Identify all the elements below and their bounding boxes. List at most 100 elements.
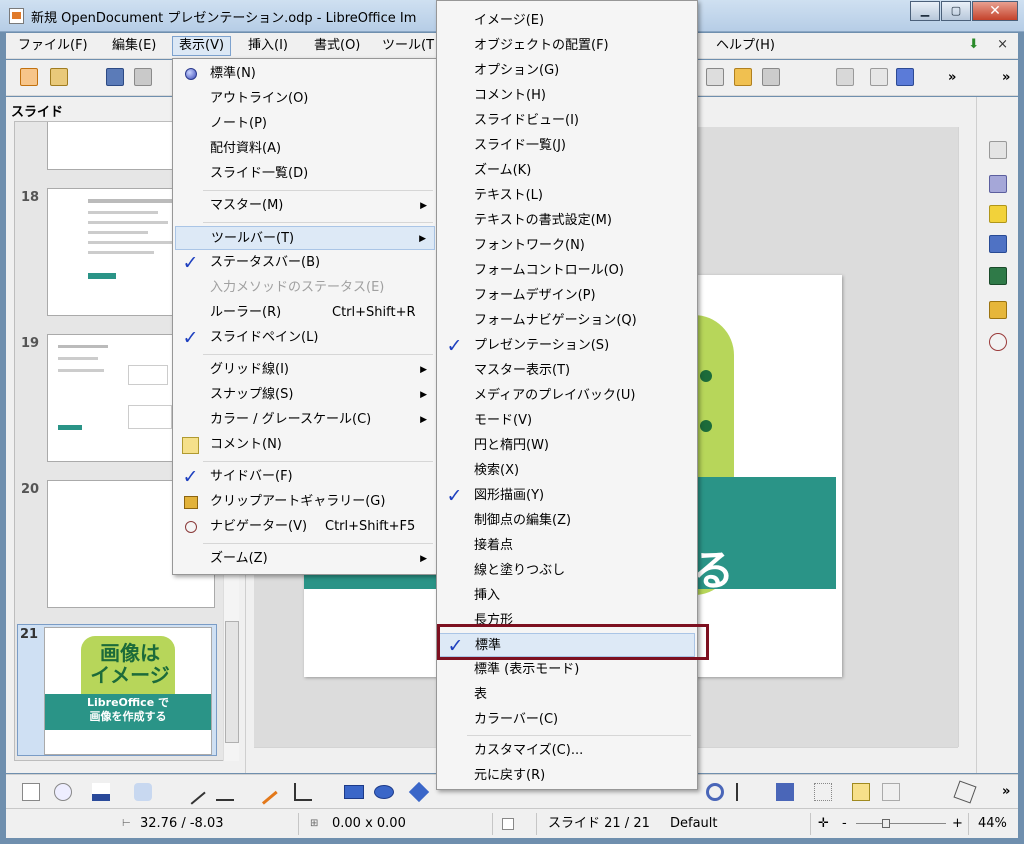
arrange-icon[interactable] [776, 783, 794, 801]
menu-item-master[interactable]: マスター(M) ▶ [175, 194, 435, 218]
save-icon[interactable] [106, 68, 124, 86]
slideshow-icon[interactable] [896, 68, 914, 86]
toolbar-item-options[interactable]: オプション(G) [439, 59, 695, 83]
menu-item-snap-lines[interactable]: スナップ線(S) ▶ [175, 383, 435, 407]
scrollbar-thumb[interactable] [225, 621, 239, 743]
toolbar-item-form-navigation[interactable]: フォームナビゲーション(Q) [439, 309, 695, 333]
arrows-icon[interactable] [836, 68, 854, 86]
menu-item-sidebar[interactable]: ✓ サイドバー(F) [175, 465, 435, 489]
toolbar-item-zoom[interactable]: ズーム(K) [439, 159, 695, 183]
toolbar-item-mode[interactable]: モード(V) [439, 409, 695, 433]
gallery-icon[interactable] [989, 301, 1007, 319]
menu-insert[interactable]: 挿入(I) [242, 36, 294, 56]
rotate-icon[interactable] [706, 783, 724, 801]
fit-slide-icon[interactable]: ✛ [818, 815, 829, 833]
points-icon[interactable] [953, 780, 977, 804]
toolbar-item-circles-ovals[interactable]: 円と楕円(W) [439, 434, 695, 458]
menu-item-zoom[interactable]: ズーム(Z) ▶ [175, 547, 435, 571]
zoom-percentage[interactable]: 44% [978, 815, 1007, 833]
menu-item-comments[interactable]: コメント(N) [175, 433, 435, 457]
zoom-pan-icon[interactable] [54, 783, 72, 801]
menu-item-status-bar[interactable]: ✓ ステータスバー(B) [175, 251, 435, 275]
minimize-button[interactable]: ▁ [910, 1, 940, 21]
download-icon[interactable]: ⬇ [968, 37, 979, 52]
menu-item-rulers[interactable]: ルーラー(R) Ctrl+Shift+R [175, 301, 435, 325]
arrow-line-icon[interactable] [216, 783, 234, 801]
animation-icon[interactable] [989, 205, 1007, 223]
master-slides-icon[interactable] [989, 175, 1007, 193]
menu-item-toolbars[interactable]: ツールバー(T) ▶ [175, 226, 435, 250]
line-color-icon[interactable] [92, 783, 110, 801]
menu-item-notes[interactable]: ノート(P) [175, 112, 435, 136]
toolbar-item-master-view[interactable]: マスター表示(T) [439, 359, 695, 383]
zoom-out-button[interactable]: - [842, 815, 847, 833]
toolbar-item-slide-view[interactable]: スライドビュー(I) [439, 109, 695, 133]
menu-edit[interactable]: 編集(E) [106, 36, 162, 56]
toolbar-item-line-and-filling[interactable]: 線と塗りつぶし [439, 559, 695, 583]
fontwork-icon[interactable] [734, 68, 752, 86]
menu-tools[interactable]: ツール(T [376, 36, 440, 56]
toolbar-item-customize[interactable]: カスタマイズ(C)... [439, 739, 695, 763]
toolbar-item-insert[interactable]: 挿入 [439, 584, 695, 608]
menu-item-color-grayscale[interactable]: カラー / グレースケール(C) ▶ [175, 408, 435, 432]
zoom-in-button[interactable]: + [952, 815, 963, 833]
slide-transition-icon[interactable] [989, 235, 1007, 253]
drawbar-more-button[interactable]: » [1002, 784, 1010, 799]
toolbar-item-edit-points[interactable]: 制御点の編集(Z) [439, 509, 695, 533]
align-icon[interactable] [736, 783, 754, 801]
menu-item-slide-pane[interactable]: ✓ スライドペイン(L) [175, 326, 435, 350]
close-document-button[interactable]: × [997, 37, 1008, 52]
maximize-button[interactable]: ▢ [941, 1, 971, 21]
toolbar-item-text[interactable]: テキスト(L) [439, 184, 695, 208]
zoom-slider-handle[interactable] [882, 819, 890, 828]
menu-item-outline[interactable]: アウトライン(O) [175, 87, 435, 111]
toolbar-more-button[interactable]: » [948, 70, 956, 85]
open-icon[interactable] [50, 68, 68, 86]
menu-help[interactable]: ヘルプ(H) [710, 36, 781, 56]
menu-item-normal[interactable]: 標準(N) [175, 62, 435, 86]
menu-view[interactable]: 表示(V) [172, 36, 232, 56]
ellipse-icon[interactable] [374, 785, 394, 799]
toolbar-item-find[interactable]: 検索(X) [439, 459, 695, 483]
layout-name[interactable]: Default [670, 815, 718, 833]
toolbar-item-color-bar[interactable]: カラーバー(C) [439, 708, 695, 732]
toolbar-item-presentation[interactable]: ✓ プレゼンテーション(S) [439, 334, 695, 358]
toolbar-item-gluepoints[interactable]: 接着点 [439, 534, 695, 558]
toolbar-item-fontwork[interactable]: フォントワーク(N) [439, 234, 695, 258]
diamond-icon[interactable] [408, 781, 430, 803]
fill-color-icon[interactable] [134, 783, 152, 801]
toolbar-item-reset[interactable]: 元に戻す(R) [439, 764, 695, 788]
toolbar-item-slide-sorter[interactable]: スライド一覧(J) [439, 134, 695, 158]
new-icon[interactable] [20, 68, 38, 86]
menu-item-clipart-gallery[interactable]: クリップアートギャラリー(G) [175, 490, 435, 514]
shadow-icon[interactable] [852, 783, 870, 801]
slide-thumbnail-selected[interactable]: 21 画像は イメージ LibreOffice で 画像を作成する [17, 624, 217, 756]
pencil-icon[interactable] [252, 779, 278, 805]
menu-item-grid[interactable]: グリッド線(I) ▶ [175, 358, 435, 382]
zoom-icon[interactable] [870, 68, 888, 86]
toolbar-item-standard-view-mode[interactable]: 標準 (表示モード) [439, 658, 695, 682]
toolbar-more-button-2[interactable]: » [1002, 70, 1010, 85]
toolbar-item-align[interactable]: オブジェクトの配置(F) [439, 34, 695, 58]
select-icon[interactable] [22, 783, 40, 801]
toolbar-item-media-playback[interactable]: メディアのプレイバック(U) [439, 384, 695, 408]
crop-icon[interactable] [882, 783, 900, 801]
toolbar-item-form-design[interactable]: フォームデザイン(P) [439, 284, 695, 308]
styles-icon[interactable] [989, 267, 1007, 285]
menu-file[interactable]: ファイル(F) [12, 36, 94, 56]
document-modified-icon[interactable] [502, 818, 514, 830]
toolbar-item-form-controls[interactable]: フォームコントロール(O) [439, 259, 695, 283]
line-icon[interactable] [180, 779, 206, 805]
menu-item-slide-sorter[interactable]: スライド一覧(D) [175, 162, 435, 186]
link-icon[interactable] [762, 68, 780, 86]
textbox-icon[interactable] [706, 68, 724, 86]
workspace-vertical-scrollbar[interactable] [958, 127, 972, 747]
toolbar-item-comments[interactable]: コメント(H) [439, 84, 695, 108]
properties-icon[interactable] [989, 141, 1007, 159]
navigator-icon[interactable] [989, 333, 1007, 351]
export-icon[interactable] [134, 68, 152, 86]
toolbar-item-image[interactable]: イメージ(E) [439, 9, 695, 33]
menu-format[interactable]: 書式(O) [308, 36, 366, 56]
menu-item-navigator[interactable]: ナビゲーター(V) Ctrl+Shift+F5 [175, 515, 435, 539]
zoom-slider[interactable] [856, 819, 946, 828]
